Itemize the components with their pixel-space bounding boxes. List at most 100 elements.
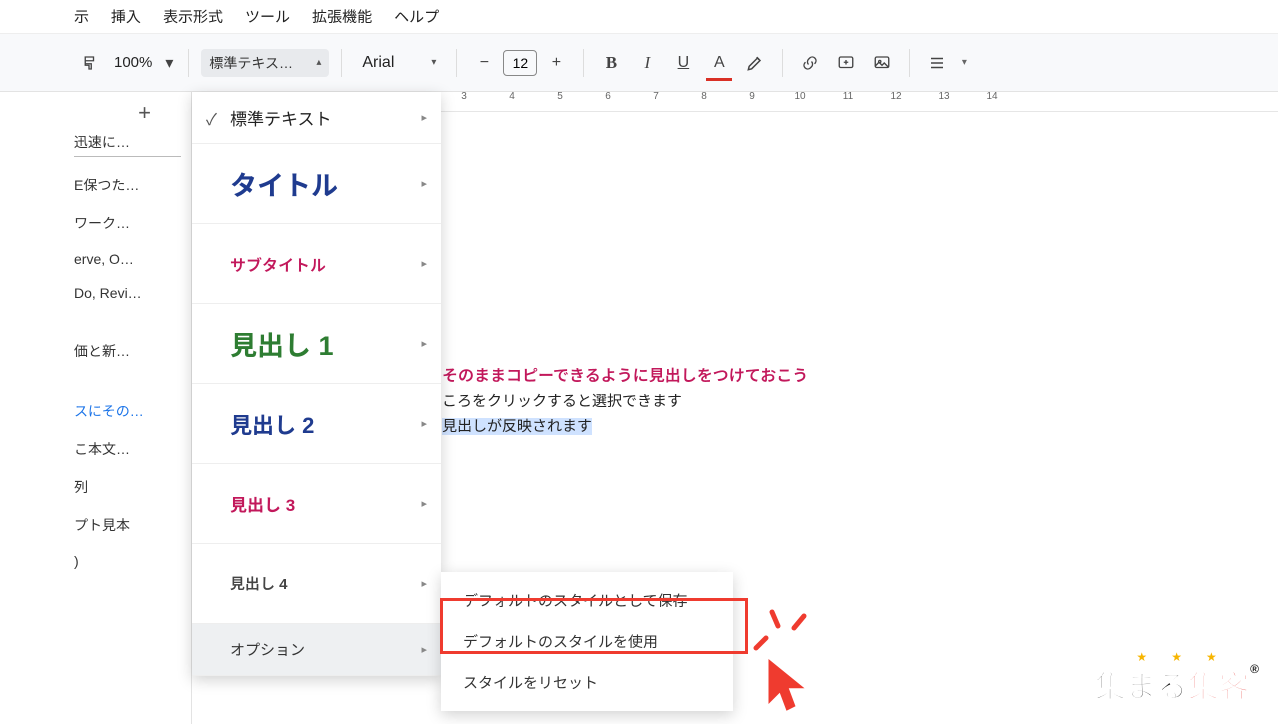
menu-insert[interactable]: 挿入 — [111, 6, 141, 27]
outline-item[interactable]: こ本文… — [74, 439, 181, 459]
menu-extensions[interactable]: 拡張機能 — [312, 6, 372, 27]
style-subtitle[interactable]: サブタイトル ▸ — [192, 224, 441, 304]
save-as-default-style[interactable]: デフォルトのスタイルとして保存 — [441, 580, 733, 621]
separator — [782, 49, 783, 77]
align-button[interactable] — [922, 48, 952, 78]
brand-text-1: 集まる — [1095, 671, 1188, 704]
style-label: 見出し 3 — [230, 491, 421, 516]
outline-sidebar: + 迅速に… E保つた… ワーク… erve, O… Do, Revi… 価と新… — [0, 92, 192, 724]
style-options-submenu: デフォルトのスタイルとして保存 デフォルトのスタイルを使用 スタイルをリセット — [441, 572, 733, 711]
caret-up-icon: ▴ — [316, 57, 321, 68]
text-color-button[interactable]: A — [704, 48, 734, 78]
submenu-arrow-icon: ▸ — [421, 257, 427, 270]
add-comment-button[interactable] — [831, 48, 861, 78]
style-label: 見出し 2 — [230, 408, 421, 440]
separator — [456, 49, 457, 77]
style-label: サブタイトル — [230, 252, 421, 276]
submenu-arrow-icon: ▸ — [421, 497, 427, 510]
outline-add-button[interactable]: + — [74, 100, 181, 126]
menu-view[interactable]: 示 — [74, 6, 89, 27]
font-size-decrease-button[interactable]: − — [469, 48, 499, 78]
use-default-style[interactable]: デフォルトのスタイルを使用 — [441, 621, 733, 662]
ruler-label: 3 — [461, 91, 467, 102]
zoom-level[interactable]: 100% — [110, 54, 156, 71]
paragraph-style-select[interactable]: 標準テキス… ▴ — [201, 49, 329, 77]
menu-tools[interactable]: ツール — [245, 6, 290, 27]
style-label: タイトル — [230, 164, 421, 203]
brand-text-2: 集客 — [1188, 671, 1250, 704]
brand-logo: ★★★ 集まる集客® — [1095, 650, 1260, 706]
ruler-label: 8 — [701, 91, 707, 102]
submenu-arrow-icon: ▸ — [421, 643, 427, 656]
registered-icon: ® — [1250, 662, 1260, 676]
submenu-arrow-icon: ▸ — [421, 417, 427, 430]
menu-bar: 示 挿入 表示形式 ツール 拡張機能 ヘルプ — [0, 0, 1278, 34]
font-family-select[interactable]: Arial ▾ — [354, 50, 444, 76]
toolbar: 100% ▾ 標準テキス… ▴ Arial ▾ − 12 + B I U A ▾ — [0, 34, 1278, 92]
style-title[interactable]: タイトル ▸ — [192, 144, 441, 224]
paragraph-style-label: 標準テキス… — [209, 53, 293, 73]
ruler-label: 11 — [843, 91, 853, 102]
style-heading-1[interactable]: 見出し 1 ▸ — [192, 304, 441, 384]
style-label: 標準テキスト — [230, 105, 421, 130]
ruler-label: 4 — [509, 91, 515, 102]
style-heading-4[interactable]: 見出し 4 ▸ — [192, 544, 441, 624]
italic-button[interactable]: I — [632, 48, 662, 78]
paint-format-icon[interactable] — [74, 48, 104, 78]
outline-item[interactable]: erve, O… — [74, 251, 181, 267]
annotation-cursor-icon — [764, 654, 818, 723]
submenu-arrow-icon: ▸ — [421, 337, 427, 350]
ruler-label: 5 — [557, 91, 563, 102]
style-normal-text[interactable]: ✓ 標準テキスト ▸ — [192, 92, 441, 144]
submenu-arrow-icon: ▸ — [421, 177, 427, 190]
separator — [909, 49, 910, 77]
insert-image-button[interactable] — [867, 48, 897, 78]
outline-item[interactable]: E保つた… — [74, 175, 181, 195]
doc-text-line[interactable]: ころをクリックすると選択できます — [442, 390, 1278, 411]
separator — [341, 49, 342, 77]
outline-item[interactable]: 迅速に… — [74, 132, 181, 157]
caret-down-icon: ▾ — [431, 57, 436, 68]
separator — [188, 49, 189, 77]
outline-item[interactable]: 価と新… — [74, 341, 181, 361]
outline-item[interactable]: 列 — [74, 477, 181, 497]
ruler-label: 14 — [986, 91, 997, 102]
underline-button[interactable]: U — [668, 48, 698, 78]
style-options[interactable]: オプション ▸ — [192, 624, 441, 676]
font-size-group: − 12 + — [469, 48, 571, 78]
style-label: 見出し 4 — [230, 573, 421, 594]
outline-item-active[interactable]: スにその… — [74, 401, 181, 421]
menu-help[interactable]: ヘルプ — [394, 6, 439, 27]
content-area: + 迅速に… E保つた… ワーク… erve, O… Do, Revi… 価と新… — [0, 92, 1278, 724]
style-heading-3[interactable]: 見出し 3 ▸ — [192, 464, 441, 544]
ruler-label: 7 — [653, 91, 659, 102]
bold-button[interactable]: B — [596, 48, 626, 78]
outline-item[interactable]: ワーク… — [74, 213, 181, 233]
style-label: オプション — [230, 639, 421, 660]
reset-styles[interactable]: スタイルをリセット — [441, 662, 733, 703]
ruler-label: 9 — [749, 91, 755, 102]
highlight-color-button[interactable] — [740, 48, 770, 78]
style-label: 見出し 1 — [230, 324, 421, 363]
align-caret-icon[interactable]: ▾ — [958, 48, 970, 78]
outline-item[interactable]: プト見本 — [74, 515, 181, 535]
ruler-label: 6 — [605, 91, 611, 102]
doc-text-line-selected[interactable]: 見出しが反映されます — [442, 415, 1278, 436]
zoom-caret-icon[interactable]: ▾ — [162, 48, 176, 78]
insert-link-button[interactable] — [795, 48, 825, 78]
submenu-arrow-icon: ▸ — [421, 111, 427, 124]
font-size-input[interactable]: 12 — [503, 50, 537, 76]
paragraph-styles-menu: ✓ 標準テキスト ▸ タイトル ▸ サブタイトル ▸ 見出し 1 ▸ 見出し 2… — [192, 92, 441, 676]
outline-item[interactable]: Do, Revi… — [74, 285, 181, 301]
check-icon: ✓ — [206, 106, 230, 130]
submenu-arrow-icon: ▸ — [421, 577, 427, 590]
ruler-label: 10 — [794, 91, 805, 102]
doc-heading-line[interactable]: そのままコピーできるように見出しをつけておこう — [442, 362, 1278, 386]
font-size-increase-button[interactable]: + — [541, 48, 571, 78]
font-family-label: Arial — [362, 54, 394, 72]
menu-format[interactable]: 表示形式 — [163, 6, 223, 27]
style-heading-2[interactable]: 見出し 2 ▸ — [192, 384, 441, 464]
outline-item[interactable]: ) — [74, 553, 181, 569]
ruler-label: 12 — [890, 91, 901, 102]
separator — [583, 49, 584, 77]
